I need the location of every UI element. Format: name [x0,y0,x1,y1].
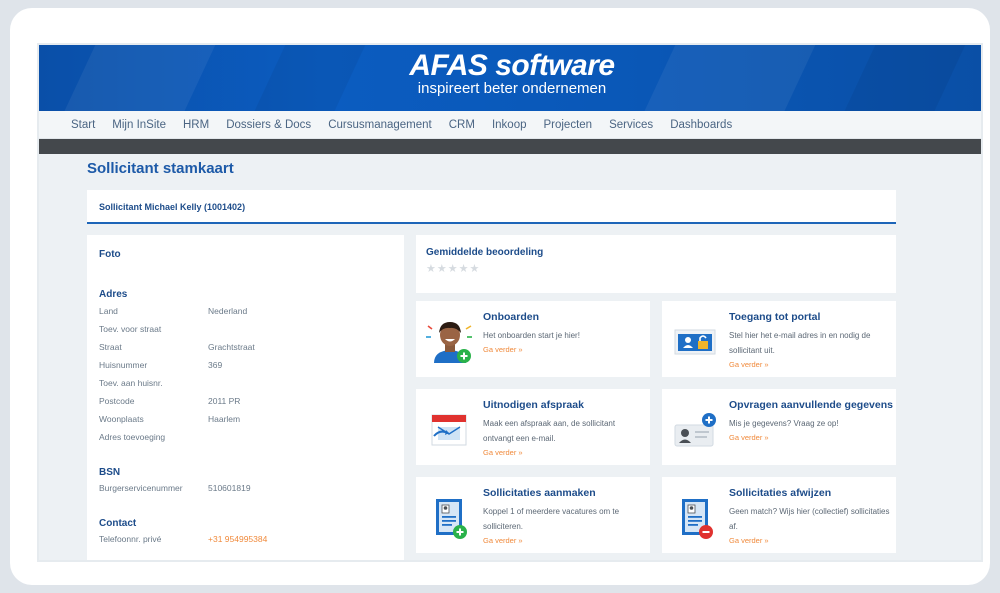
logo-tagline: inspireert beter ondernemen [417,80,607,97]
action-link[interactable]: Ga verder » [729,433,890,442]
field-huisnummer: Huisnummer 369 [99,356,392,374]
nav-item-inkoop[interactable]: Inkoop [492,119,527,131]
rating-title: Gemiddelde beoordeling [426,247,544,258]
field-bsn: Burgerservicenummer 510601819 [99,479,392,497]
section-title-adres: Adres [99,289,128,300]
action-title[interactable]: Onboarden [483,311,644,323]
action-description: Mis je gegevens? Vraag ze op! [729,419,839,428]
field-value: Grachtstraat [208,342,255,352]
action-title[interactable]: Toegang tot portal [729,311,890,323]
device-frame: AFAS software inspireert beter onderneme… [10,8,990,585]
field-label: Toev. aan huisnr. [99,378,163,388]
section-title-foto: Foto [99,249,121,260]
main-nav: Start Mijn InSite HRM Dossiers & Docs Cu… [39,111,981,139]
field-label: Woonplaats [99,414,144,424]
page-title: Sollicitant stamkaart [87,160,234,177]
field-label: Straat [99,342,122,352]
action-link[interactable]: Ga verder » [729,360,890,369]
action-title[interactable]: Sollicitaties aanmaken [483,487,644,499]
field-postcode: Postcode 2011 PR [99,392,392,410]
brand-logo[interactable]: AFAS software inspireert beter onderneme… [39,49,981,97]
rating-card: Gemiddelde beoordeling ★★★★★ [416,235,896,293]
portal-access-icon [672,315,720,365]
nav-item-cursusmanagement[interactable]: Cursusmanagement [328,119,432,131]
nav-item-dossiers-docs[interactable]: Dossiers & Docs [226,119,311,131]
section-title-bsn: BSN [99,467,121,478]
nav-item-projecten[interactable]: Projecten [543,119,592,131]
action-link[interactable]: Ga verder » [483,448,644,457]
action-card-sollicitaties-afwijzen[interactable]: Sollicitaties afwijzen Geen match? Wijs … [662,477,896,553]
section-title-contact: Contact [99,518,137,529]
field-adres-toevoeging: Adres toevoeging [99,428,392,446]
field-label: Adres toevoeging [99,432,166,442]
field-toev-aan-huisnr: Toev. aan huisnr. [99,374,392,392]
field-label: Burgerservicenummer [99,483,183,493]
record-title: Sollicitant Michael Kelly (1001402) [99,202,246,212]
calendar-icon [426,403,474,453]
action-link[interactable]: Ga verder » [483,536,644,545]
record-header: Sollicitant Michael Kelly (1001402) [87,190,896,224]
action-description: Geen match? Wijs hier (collectief) solli… [729,507,890,531]
reject-application-icon [672,491,720,541]
action-card-uitnodigen-afspraak[interactable]: Uitnodigen afspraak Maak een afspraak aa… [416,389,650,465]
field-label: Telefoonnr. privé [99,534,162,544]
browser-viewport: AFAS software inspireert beter onderneme… [37,43,983,562]
nav-item-mijn-insite[interactable]: Mijn InSite [112,119,166,131]
onboarding-person-icon [426,315,474,365]
star-rating[interactable]: ★★★★★ [426,262,886,275]
action-link[interactable]: Ga verder » [729,536,890,545]
field-woonplaats: Woonplaats Haarlem [99,410,392,428]
field-value: Nederland [208,306,248,316]
logo-text: AFAS software [409,49,615,82]
request-data-icon [672,403,720,453]
nav-item-crm[interactable]: CRM [449,119,475,131]
field-toev-voor-straat: Toev. voor straat [99,320,392,338]
field-straat: Straat Grachtstraat [99,338,392,356]
field-label: Postcode [99,396,135,406]
action-title[interactable]: Uitnodigen afspraak [483,399,644,411]
action-card-toegang-portal[interactable]: Toegang tot portal Stel hier het e-mail … [662,301,896,377]
field-value: 2011 PR [208,396,241,406]
nav-item-services[interactable]: Services [609,119,653,131]
nav-item-hrm[interactable]: HRM [183,119,209,131]
action-description: Stel hier het e-mail adres in en nodig d… [729,331,871,355]
field-value: 510601819 [208,483,251,493]
action-title[interactable]: Sollicitaties afwijzen [729,487,890,499]
field-label: Land [99,306,118,316]
applicant-details-panel: Foto Adres Land Nederland Toev. voor str… [87,235,404,560]
action-link[interactable]: Ga verder » [483,345,644,354]
header-banner: AFAS software inspireert beter onderneme… [39,45,981,111]
action-description: Maak een afspraak aan, de sollicitant on… [483,419,616,443]
field-label: Toev. voor straat [99,324,162,334]
field-value: 369 [208,360,223,370]
add-application-icon [426,491,474,541]
nav-item-start[interactable]: Start [71,119,95,131]
action-card-sollicitaties-aanmaken[interactable]: Sollicitaties aanmaken Koppel 1 of meerd… [416,477,650,553]
field-label: Huisnummer [99,360,148,370]
action-card-opvragen-gegevens[interactable]: Opvragen aanvullende gegevens Mis je geg… [662,389,896,465]
action-description: Het onboarden start je hier! [483,331,580,340]
action-card-onboarden[interactable]: Onboarden Het onboarden start je hier! G… [416,301,650,377]
nav-item-dashboards[interactable]: Dashboards [670,119,732,131]
field-value: Haarlem [208,414,241,424]
field-land: Land Nederland [99,302,392,320]
phone-link[interactable]: +31 954995384 [208,534,267,544]
field-telefoon-prive: Telefoonnr. privé +31 954995384 [99,530,392,548]
toolbar-bar [39,139,981,154]
action-title[interactable]: Opvragen aanvullende gegevens [729,399,893,411]
action-description: Koppel 1 of meerdere vacatures om te sol… [483,507,620,531]
